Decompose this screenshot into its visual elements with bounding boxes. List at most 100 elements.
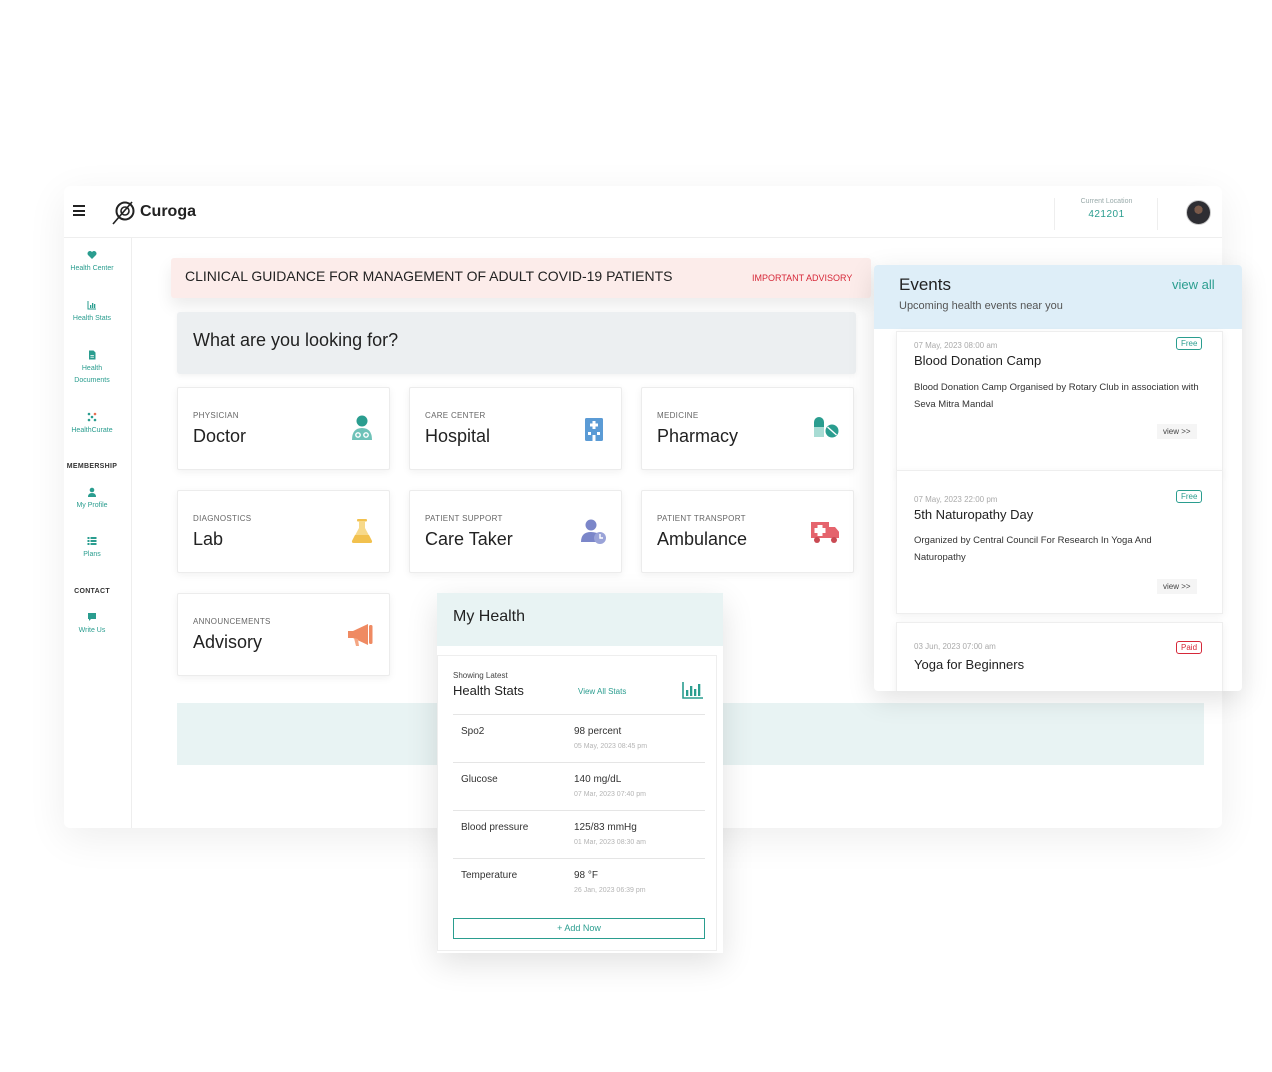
card-title: Doctor — [193, 426, 247, 446]
add-now-button[interactable]: + Add Now — [453, 918, 705, 939]
card-category: CARE CENTER — [425, 411, 486, 420]
sidebar-item-write-us[interactable]: Write Us — [64, 612, 120, 637]
card-title: Pharmacy — [657, 426, 739, 446]
dots-icon — [87, 412, 97, 422]
category-card-pharmacy[interactable]: MEDICINE Pharmacy — [641, 387, 854, 470]
showing-latest-label: Showing Latest — [453, 671, 508, 680]
sidebar-item-healthcurate[interactable]: HealthCurate — [64, 412, 120, 437]
event-date: 07 May, 2023 22:00 pm — [914, 495, 998, 504]
card-category: MEDICINE — [657, 411, 699, 420]
event-card[interactable]: 03 Jun, 2023 07:00 am Yoga for Beginners… — [896, 622, 1223, 691]
sidebar-item-label: My Profile — [76, 502, 108, 509]
stat-date: 01 Mar, 2023 08:30 am — [574, 839, 646, 846]
sidebar-item-label: Plans — [83, 551, 101, 558]
menu-icon[interactable] — [73, 205, 85, 216]
health-stat-row[interactable]: Blood pressure 125/83 mmHg 01 Mar, 2023 … — [453, 810, 705, 858]
health-stats-card: Showing Latest Health Stats View All Sta… — [437, 655, 717, 951]
stat-value: 98 percent — [574, 726, 622, 737]
stat-label: Glucose — [461, 774, 498, 785]
list-icon — [87, 537, 97, 545]
stat-label: Spo2 — [461, 726, 485, 737]
event-view-button[interactable]: view >> — [1157, 579, 1197, 594]
card-category: PATIENT TRANSPORT — [657, 514, 746, 523]
health-stats-title: Health Stats — [453, 683, 524, 698]
category-card-care-taker[interactable]: PATIENT SUPPORT Care Taker — [409, 490, 622, 573]
membership-heading: MEMBERSHIP — [66, 463, 118, 470]
sidebar-item-health-documents[interactable]: Health Documents — [64, 350, 120, 387]
events-subtitle: Upcoming health events near you — [899, 300, 1063, 312]
card-title: Advisory — [193, 632, 263, 652]
brand-logo[interactable]: Curoga — [110, 198, 196, 226]
category-card-lab[interactable]: DIAGNOSTICS Lab — [177, 490, 390, 573]
search-prompt-text: What are you looking for? — [193, 330, 399, 350]
view-all-stats-link[interactable]: View All Stats — [578, 687, 626, 696]
divider — [1054, 198, 1055, 230]
category-card-hospital[interactable]: CARE CENTER Hospital — [409, 387, 622, 470]
event-description: Organized by Central Council For Researc… — [914, 535, 1152, 563]
event-card[interactable]: 07 May, 2023 08:00 am Blood Donation Cam… — [896, 331, 1223, 475]
divider — [1157, 198, 1158, 230]
ambulance-icon — [811, 522, 839, 543]
card-category: PATIENT SUPPORT — [425, 514, 503, 523]
curoga-logo-icon — [112, 201, 135, 225]
card-category: PHYSICIAN — [193, 411, 239, 420]
events-view-all-link[interactable]: view all — [1172, 277, 1215, 292]
event-name: Blood Donation Camp — [914, 353, 1042, 368]
sidebar-item-plans[interactable]: Plans — [64, 536, 120, 561]
pills-icon — [814, 417, 839, 438]
bar-chart-icon[interactable] — [682, 681, 704, 699]
document-icon — [89, 350, 96, 360]
my-health-title: My Health — [453, 608, 526, 625]
doctor-icon — [352, 415, 372, 440]
caretaker-icon — [581, 519, 606, 544]
event-view-button[interactable]: view >> — [1157, 424, 1197, 439]
events-header: Events view all Upcoming health events n… — [874, 265, 1242, 329]
sidebar-item-my-profile[interactable]: My Profile — [64, 487, 120, 512]
stat-date: 26 Jan, 2023 06:39 pm — [574, 887, 646, 894]
event-price-badge: Free — [1176, 337, 1203, 350]
chart-icon — [87, 301, 96, 310]
sidebar: Health Center Health Stats Health Docume… — [64, 238, 132, 828]
my-health-panel: My Health Showing Latest Health Stats Vi… — [437, 593, 723, 953]
advisory-tag: IMPORTANT ADVISORY — [752, 273, 853, 283]
brand-name: Curoga — [140, 203, 196, 220]
sidebar-item-label: Health Stats — [72, 315, 112, 322]
health-stat-row[interactable]: Glucose 140 mg/dL 07 Mar, 2023 07:40 pm — [453, 762, 705, 810]
card-category: ANNOUNCEMENTS — [193, 617, 271, 626]
card-title: Ambulance — [657, 529, 748, 549]
sidebar-item-health-stats[interactable]: Health Stats — [64, 300, 120, 325]
stat-label: Blood pressure — [461, 822, 529, 833]
health-stat-row[interactable]: Temperature 98 °F 26 Jan, 2023 06:39 pm — [453, 858, 705, 906]
location-label: Current Location — [1080, 198, 1133, 205]
search-prompt[interactable]: What are you looking for? — [177, 312, 856, 374]
category-card-ambulance[interactable]: PATIENT TRANSPORT Ambulance — [641, 490, 854, 573]
card-category: DIAGNOSTICS — [193, 514, 252, 523]
avatar[interactable] — [1186, 200, 1211, 225]
event-description: Blood Donation Camp Organised by Rotary … — [914, 382, 1199, 410]
current-location[interactable]: Current Location 421201 — [1064, 198, 1149, 220]
chat-icon — [88, 613, 96, 621]
stat-date: 07 Mar, 2023 07:40 pm — [574, 791, 646, 798]
megaphone-icon — [348, 624, 373, 646]
category-card-advisory[interactable]: ANNOUNCEMENTS Advisory — [177, 593, 390, 676]
sidebar-item-health-center[interactable]: Health Center — [64, 250, 120, 275]
hospital-icon — [585, 418, 603, 441]
card-title: Care Taker — [425, 529, 513, 549]
event-price-badge: Free — [1176, 490, 1203, 503]
health-stat-row[interactable]: Spo2 98 percent 05 May, 2023 08:45 pm — [453, 714, 705, 762]
sidebar-item-label: Health Documents — [74, 365, 110, 384]
event-card[interactable]: 07 May, 2023 22:00 pm 5th Naturopathy Da… — [896, 470, 1223, 614]
events-title: Events — [899, 275, 951, 294]
event-date: 03 Jun, 2023 07:00 am — [914, 642, 996, 651]
event-price-badge: Paid — [1176, 641, 1203, 654]
category-card-doctor[interactable]: PHYSICIAN Doctor — [177, 387, 390, 470]
my-health-header: My Health — [437, 593, 723, 646]
advisory-banner[interactable]: CLINICAL GUIDANCE FOR MANAGEMENT OF ADUL… — [171, 258, 871, 298]
stat-date: 05 May, 2023 08:45 pm — [574, 743, 648, 750]
advisory-text: CLINICAL GUIDANCE FOR MANAGEMENT OF ADUL… — [185, 268, 673, 284]
event-date: 07 May, 2023 08:00 am — [914, 341, 998, 350]
sidebar-item-label: Health Center — [70, 265, 114, 272]
events-panel: Events view all Upcoming health events n… — [874, 265, 1242, 691]
event-name: 5th Naturopathy Day — [914, 507, 1034, 522]
card-title: Hospital — [425, 426, 491, 446]
